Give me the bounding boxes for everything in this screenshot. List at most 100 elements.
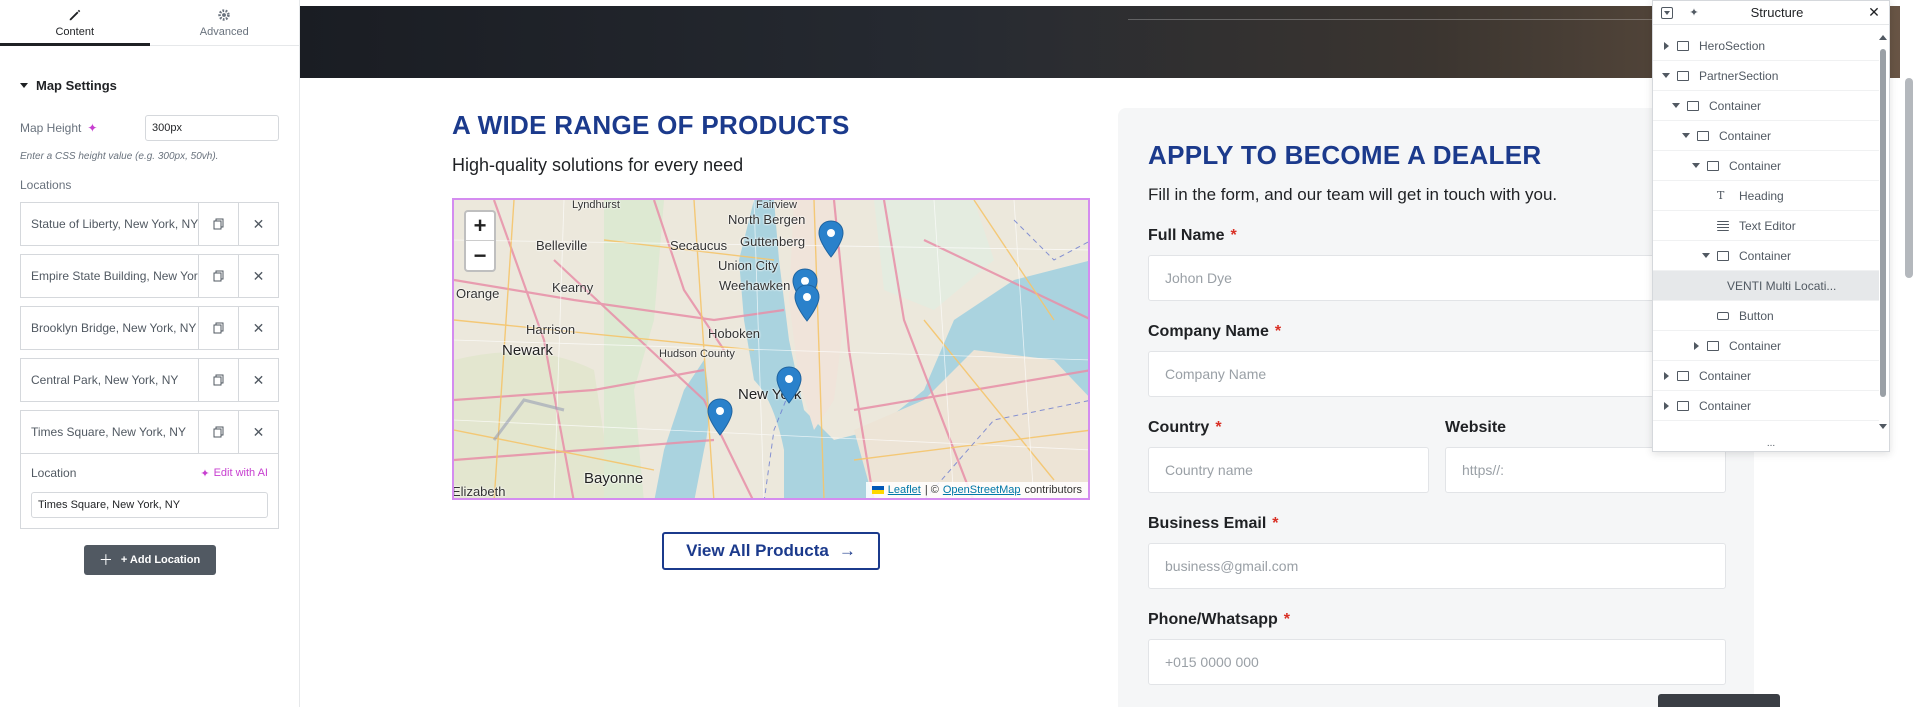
expander-toggle[interactable] <box>1661 401 1671 410</box>
expander-toggle[interactable] <box>1661 73 1671 78</box>
structure-item[interactable]: Container <box>1653 391 1879 421</box>
structure-item[interactable]: Container <box>1653 121 1879 151</box>
structure-item[interactable]: Button <box>1653 301 1879 331</box>
section-map-settings[interactable]: Map Settings <box>0 78 299 93</box>
leaflet-link[interactable]: Leaflet <box>888 484 921 496</box>
caret-right-icon[interactable] <box>1663 371 1669 380</box>
location-item[interactable]: Times Square, New York, NY ✕ <box>20 410 279 454</box>
full-name-input[interactable]: Johon Dye <box>1148 255 1726 301</box>
location-item-title[interactable]: Brooklyn Bridge, New York, NY <box>21 307 198 349</box>
business-email-input[interactable]: business@gmail.com <box>1148 543 1726 589</box>
remove-icon[interactable]: ✕ <box>238 307 278 349</box>
company-name-field: Company Name * Company Name <box>1148 323 1726 397</box>
structure-item[interactable]: VENTI Multi Locati... <box>1653 271 1879 301</box>
duplicate-icon[interactable] <box>198 203 238 245</box>
map-pin-icon[interactable] <box>794 284 820 322</box>
caret-down-icon[interactable] <box>1692 163 1700 168</box>
map-attribution: Leaflet | © OpenStreetMap contributors <box>865 482 1088 498</box>
website-input[interactable]: https//: <box>1445 447 1726 493</box>
container-icon <box>1707 160 1719 171</box>
phone-input[interactable]: +015 0000 000 <box>1148 639 1726 685</box>
caret-down-icon[interactable] <box>1702 253 1710 258</box>
expander-toggle[interactable] <box>1701 253 1711 258</box>
structure-item[interactable]: HeroSection <box>1653 31 1879 61</box>
map-pin-icon[interactable] <box>776 366 802 404</box>
resize-handle[interactable]: ... <box>1653 438 1889 449</box>
map-pin-icon[interactable] <box>818 220 844 258</box>
country-website-row: Country * Country name Website https//: <box>1148 419 1726 493</box>
structure-item-label: Container <box>1729 158 1782 173</box>
add-location-button[interactable]: ＋ + Add Location <box>83 545 216 575</box>
remove-icon[interactable]: ✕ <box>238 359 278 401</box>
structure-panel: ✦ Structure ✕ HeroSection PartnerSection C… <box>1652 0 1890 452</box>
dealer-heading: APPLY TO BECOME A DEALER <box>1148 140 1542 170</box>
ai-sparkle-icon[interactable]: ✦ <box>1687 6 1701 20</box>
map-pin-icon[interactable] <box>707 398 733 436</box>
attribution-sep: | © <box>924 484 939 496</box>
location-item-title[interactable]: Empire State Building, New York, NY <box>21 255 198 297</box>
osm-link[interactable]: OpenStreetMap <box>943 484 1021 496</box>
remove-icon[interactable]: ✕ <box>238 255 278 297</box>
location-item-title[interactable]: Times Square, New York, NY <box>21 411 198 453</box>
structure-item-label: HeroSection <box>1699 38 1766 53</box>
structure-scrollbar[interactable] <box>1879 31 1887 433</box>
map-height-row: Map Height ✦ 300px <box>0 115 299 141</box>
locations-label: Locations <box>20 178 72 192</box>
scroll-up-icon[interactable] <box>1879 35 1887 40</box>
map-height-input[interactable]: 300px <box>144 115 279 141</box>
view-all-products-button[interactable]: View All Producta → <box>662 532 880 570</box>
structure-item[interactable]: Container <box>1653 361 1879 391</box>
remove-icon[interactable]: ✕ <box>238 411 278 453</box>
country-input[interactable]: Country name <box>1148 447 1429 493</box>
expander-toggle[interactable] <box>1661 41 1671 50</box>
location-item[interactable]: Statue of Liberty, New York, NY ✕ <box>20 202 279 246</box>
duplicate-icon[interactable] <box>198 359 238 401</box>
expander-toggle[interactable] <box>1681 133 1691 138</box>
caret-down-icon[interactable] <box>1672 103 1680 108</box>
expander-toggle[interactable] <box>1691 163 1701 168</box>
location-item[interactable]: Empire State Building, New York, NY ✕ <box>20 254 279 298</box>
page-scrollbar[interactable] <box>1900 0 1918 707</box>
zoom-in-button[interactable]: + <box>466 212 494 241</box>
caret-down-icon[interactable] <box>1662 73 1670 78</box>
page-scroll-thumb[interactable] <box>1905 78 1913 278</box>
structure-item[interactable]: Container <box>1653 91 1879 121</box>
structure-item[interactable]: Container <box>1653 151 1879 181</box>
location-item[interactable]: Central Park, New York, NY ✕ <box>20 358 279 402</box>
structure-item[interactable]: Container <box>1653 241 1879 271</box>
structure-item[interactable]: Text Editor <box>1653 211 1879 241</box>
floating-toolbar[interactable] <box>1658 694 1780 707</box>
duplicate-icon[interactable] <box>198 255 238 297</box>
tab-content[interactable]: Content <box>0 0 150 46</box>
structure-item[interactable]: PartnerSection <box>1653 61 1879 91</box>
zoom-out-button[interactable]: − <box>466 241 494 270</box>
structure-item[interactable]: Container <box>1653 331 1879 361</box>
expander-toggle[interactable] <box>1661 371 1671 380</box>
close-icon[interactable]: ✕ <box>1867 4 1881 20</box>
caret-down-icon[interactable] <box>1682 133 1690 138</box>
location-input[interactable]: Times Square, New York, NY <box>31 492 268 518</box>
edit-with-ai-button[interactable]: ✦ Edit with AI <box>200 467 268 480</box>
location-item[interactable]: Brooklyn Bridge, New York, NY ✕ <box>20 306 279 350</box>
duplicate-icon[interactable] <box>198 411 238 453</box>
location-item-title[interactable]: Statue of Liberty, New York, NY <box>21 203 198 245</box>
structure-item[interactable]: T Heading <box>1653 181 1879 211</box>
ai-sparkle-icon: ✦ <box>200 467 210 480</box>
company-name-input[interactable]: Company Name <box>1148 351 1726 397</box>
remove-icon[interactable]: ✕ <box>238 203 278 245</box>
expander-toggle[interactable] <box>1691 341 1701 350</box>
caret-right-icon[interactable] <box>1663 401 1669 410</box>
ai-sparkle-icon[interactable]: ✦ <box>87 121 97 135</box>
scroll-thumb[interactable] <box>1880 49 1886 397</box>
location-item-title[interactable]: Central Park, New York, NY <box>21 359 198 401</box>
scroll-down-icon[interactable] <box>1879 424 1887 429</box>
structure-item-label: PartnerSection <box>1699 68 1779 83</box>
dropdown-icon[interactable] <box>1661 6 1673 19</box>
caret-right-icon[interactable] <box>1663 41 1669 50</box>
add-location-label: + Add Location <box>120 554 201 566</box>
caret-right-icon[interactable] <box>1693 341 1699 350</box>
expander-toggle[interactable] <box>1671 103 1681 108</box>
locations-map[interactable]: + − Lyndhurst Fairview North Bergen Bell… <box>452 198 1090 500</box>
tab-advanced[interactable]: Advanced <box>150 0 300 45</box>
duplicate-icon[interactable] <box>198 307 238 349</box>
